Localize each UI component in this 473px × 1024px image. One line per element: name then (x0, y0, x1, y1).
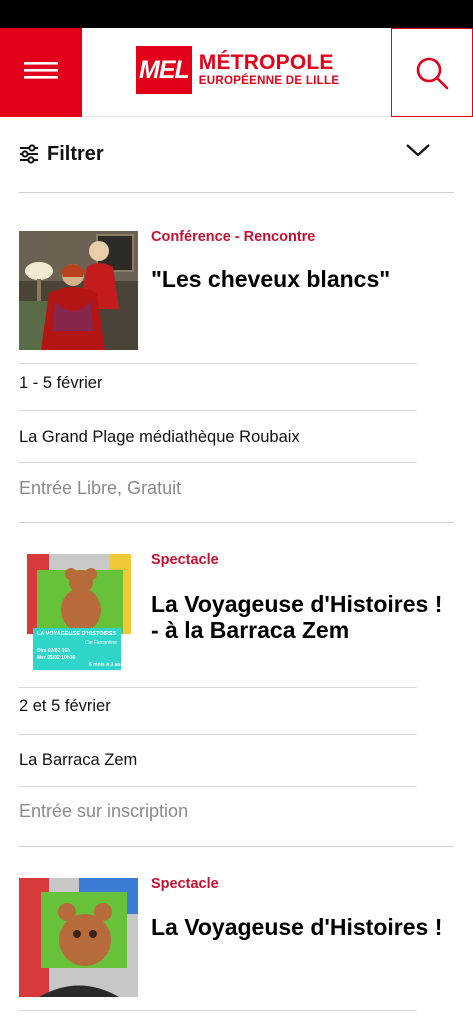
divider (19, 363, 417, 364)
hamburger-icon (24, 61, 58, 79)
divider (19, 846, 454, 847)
event-category: Conférence - Rencontre (151, 229, 316, 245)
divider (19, 192, 454, 193)
filter-label: Filtrer (47, 142, 104, 165)
event-title[interactable]: La Voyageuse d'Histoires ! - à la Barrac… (151, 591, 456, 643)
logo-mark: MEL (136, 46, 192, 94)
divider (19, 522, 454, 523)
poster-age: 6 mois à 3 ans (89, 662, 124, 668)
divider (19, 1010, 417, 1011)
event-title[interactable]: La Voyageuse d'Histoires ! (151, 914, 456, 940)
search-icon (416, 57, 449, 89)
event-category: Spectacle (151, 876, 219, 892)
event-category: Spectacle (151, 552, 219, 568)
menu-button[interactable] (0, 28, 82, 117)
event-thumbnail[interactable] (19, 878, 138, 997)
logo-title: MÉTROPOLE (198, 51, 334, 74)
event-dates: 1 - 5 février (19, 374, 103, 392)
chevron-down-icon[interactable] (405, 142, 431, 158)
event-photo (19, 231, 138, 350)
poster-title: LA VOYAGEUSE D'HISTOIRES (37, 631, 117, 637)
event-location: La Barraca Zem (19, 751, 138, 769)
event-dates: 2 et 5 février (19, 697, 111, 715)
event-thumbnail[interactable] (19, 231, 138, 350)
search-button[interactable] (391, 28, 473, 117)
event-price: Entrée Libre, Gratuit (19, 478, 182, 498)
divider (19, 462, 417, 463)
event-location: La Grand Plage médiathèque Roubaix (19, 428, 300, 446)
status-bar (0, 0, 473, 28)
logo-subtitle: EUROPÉENNE DE LILLE (198, 75, 340, 87)
event-title[interactable]: "Les cheveux blancs" (151, 266, 456, 292)
filter-toggle[interactable]: Filtrer (19, 134, 454, 174)
divider (19, 410, 417, 411)
event-thumbnail[interactable]: LA VOYAGEUSE D'HISTOIRES Cie Flocontine … (19, 554, 138, 673)
event-photo (19, 878, 138, 997)
poster-date-2: Mer 05/02 10h30 (37, 655, 76, 661)
event-price: Entrée sur inscription (19, 801, 189, 821)
divider (19, 786, 417, 787)
site-header: MEL MÉTROPOLE EUROPÉENNE DE LILLE (0, 28, 473, 117)
divider (19, 687, 417, 688)
poster-date-1: Dim 02/02 16h (37, 648, 71, 654)
filter-sliders-icon (20, 144, 38, 164)
poster-company: Cie Flocontine (85, 640, 117, 646)
divider (19, 734, 417, 735)
mel-logo[interactable]: MEL MÉTROPOLE EUROPÉENNE DE LILLE (136, 46, 339, 94)
